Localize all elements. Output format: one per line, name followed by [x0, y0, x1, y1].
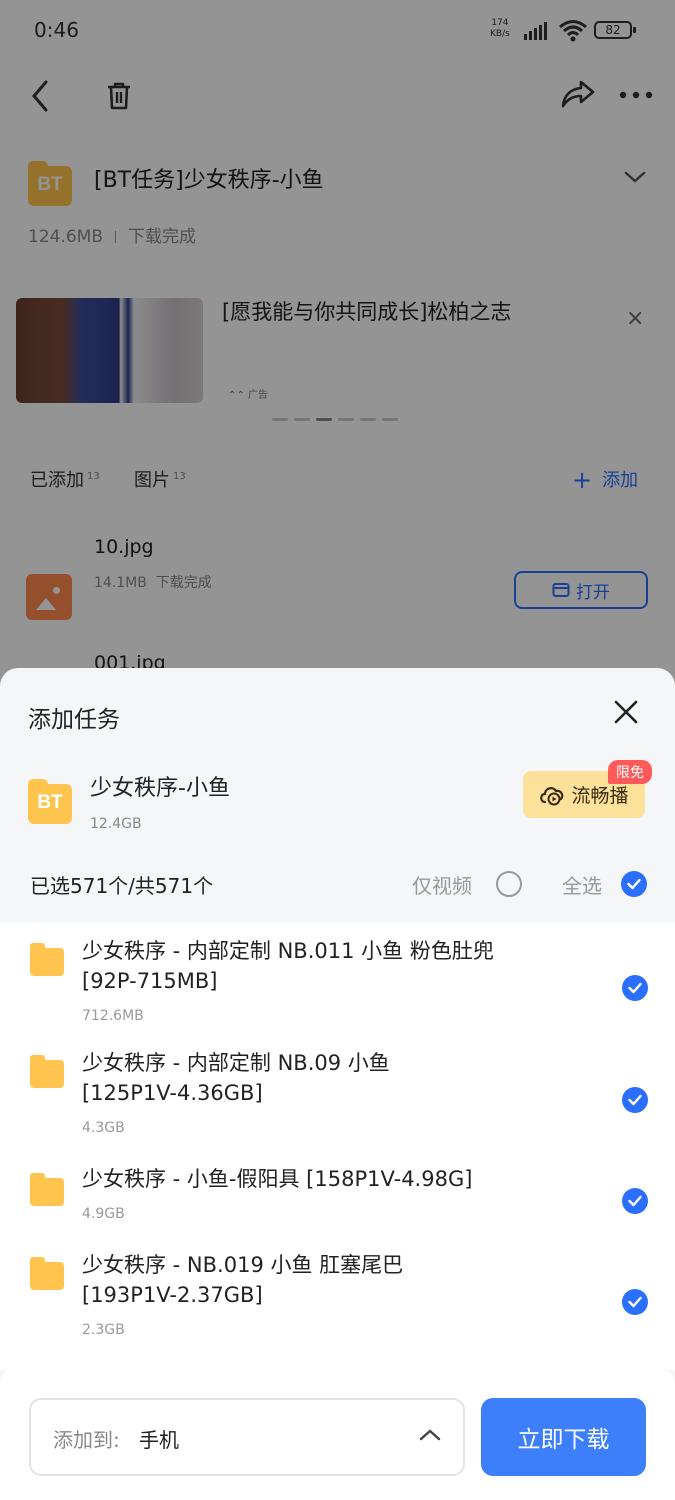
item-size: 4.3GB [82, 1120, 125, 1136]
check-icon [628, 1296, 642, 1308]
list-item[interactable]: 少女秩序 - 内部定制 NB.011 小鱼 粉色肚兜 [92P-715MB] 71… [0, 922, 675, 1034]
selected-count: 已选571个/共571个 [30, 874, 214, 898]
item-name: 少女秩序 - 内部定制 NB.011 小鱼 粉色肚兜 [92P-715MB] [82, 939, 494, 993]
folder-name: 少女秩序-小鱼 [90, 776, 230, 801]
folder-icon [30, 943, 64, 976]
only-video-radio[interactable] [496, 871, 522, 897]
check-icon [628, 982, 642, 994]
close-icon [614, 700, 638, 724]
item-size: 712.6MB [82, 1008, 144, 1024]
item-name: 少女秩序 - 内部定制 NB.09 小鱼 [125P1V-4.36GB] [82, 1051, 390, 1105]
add-task-sheet: 添加任务 BT 少女秩序-小鱼 12.4GB 流畅播 限免 已选571个/共57… [0, 668, 675, 1500]
sheet-title: 添加任务 [28, 707, 120, 733]
bottom-action-bar: 添加到: 手机 立即下载 [0, 1368, 675, 1500]
free-badge: 限免 [608, 760, 652, 784]
download-now-button[interactable]: 立即下载 [481, 1398, 646, 1476]
item-name: 少女秩序 - NB.019 小鱼 肛塞尾巴 [193P1V-2.37GB] [82, 1253, 404, 1307]
bt-badge: BT [37, 792, 63, 813]
destination-label: 添加到: [53, 1428, 120, 1452]
item-checkbox[interactable] [622, 1289, 648, 1315]
check-icon [627, 878, 641, 890]
cloud-play-icon [540, 786, 564, 805]
folder-size: 12.4GB [90, 816, 142, 832]
destination-select[interactable]: 添加到: 手机 [29, 1398, 465, 1476]
destination-value: 手机 [139, 1428, 179, 1452]
item-checkbox[interactable] [622, 975, 648, 1001]
folder-icon [30, 1055, 64, 1088]
list-item[interactable]: 少女秩序 - 小鱼-假阳具 [158P1V-4.98G] 4.9GB [0, 1146, 675, 1236]
item-size: 2.3GB [82, 1322, 125, 1338]
item-size: 4.9GB [82, 1206, 125, 1222]
file-list: 少女秩序 - 内部定制 NB.011 小鱼 粉色肚兜 [92P-715MB] 71… [0, 922, 675, 1370]
list-item[interactable]: 少女秩序 - 内部定制 NB.09 小鱼 [125P1V-4.36GB] 4.3G… [0, 1034, 675, 1146]
bt-folder-icon: BT [28, 779, 72, 824]
only-video-label[interactable]: 仅视频 [412, 870, 472, 899]
item-name: 少女秩序 - 小鱼-假阳具 [158P1V-4.98G] [82, 1167, 473, 1191]
check-icon [628, 1195, 642, 1207]
item-checkbox[interactable] [622, 1087, 648, 1113]
item-checkbox[interactable] [622, 1188, 648, 1214]
list-item[interactable]: 少女秩序 - NB.019 小鱼 肛塞尾巴 [193P1V-2.37GB] 2.3… [0, 1236, 675, 1348]
folder-icon [30, 1173, 64, 1206]
chevron-up-icon [419, 1429, 441, 1441]
folder-icon [30, 1257, 64, 1290]
close-button[interactable] [612, 698, 640, 726]
check-icon [628, 1094, 642, 1106]
select-all-checkbox[interactable] [621, 871, 647, 897]
select-all-label[interactable]: 全选 [562, 870, 602, 899]
